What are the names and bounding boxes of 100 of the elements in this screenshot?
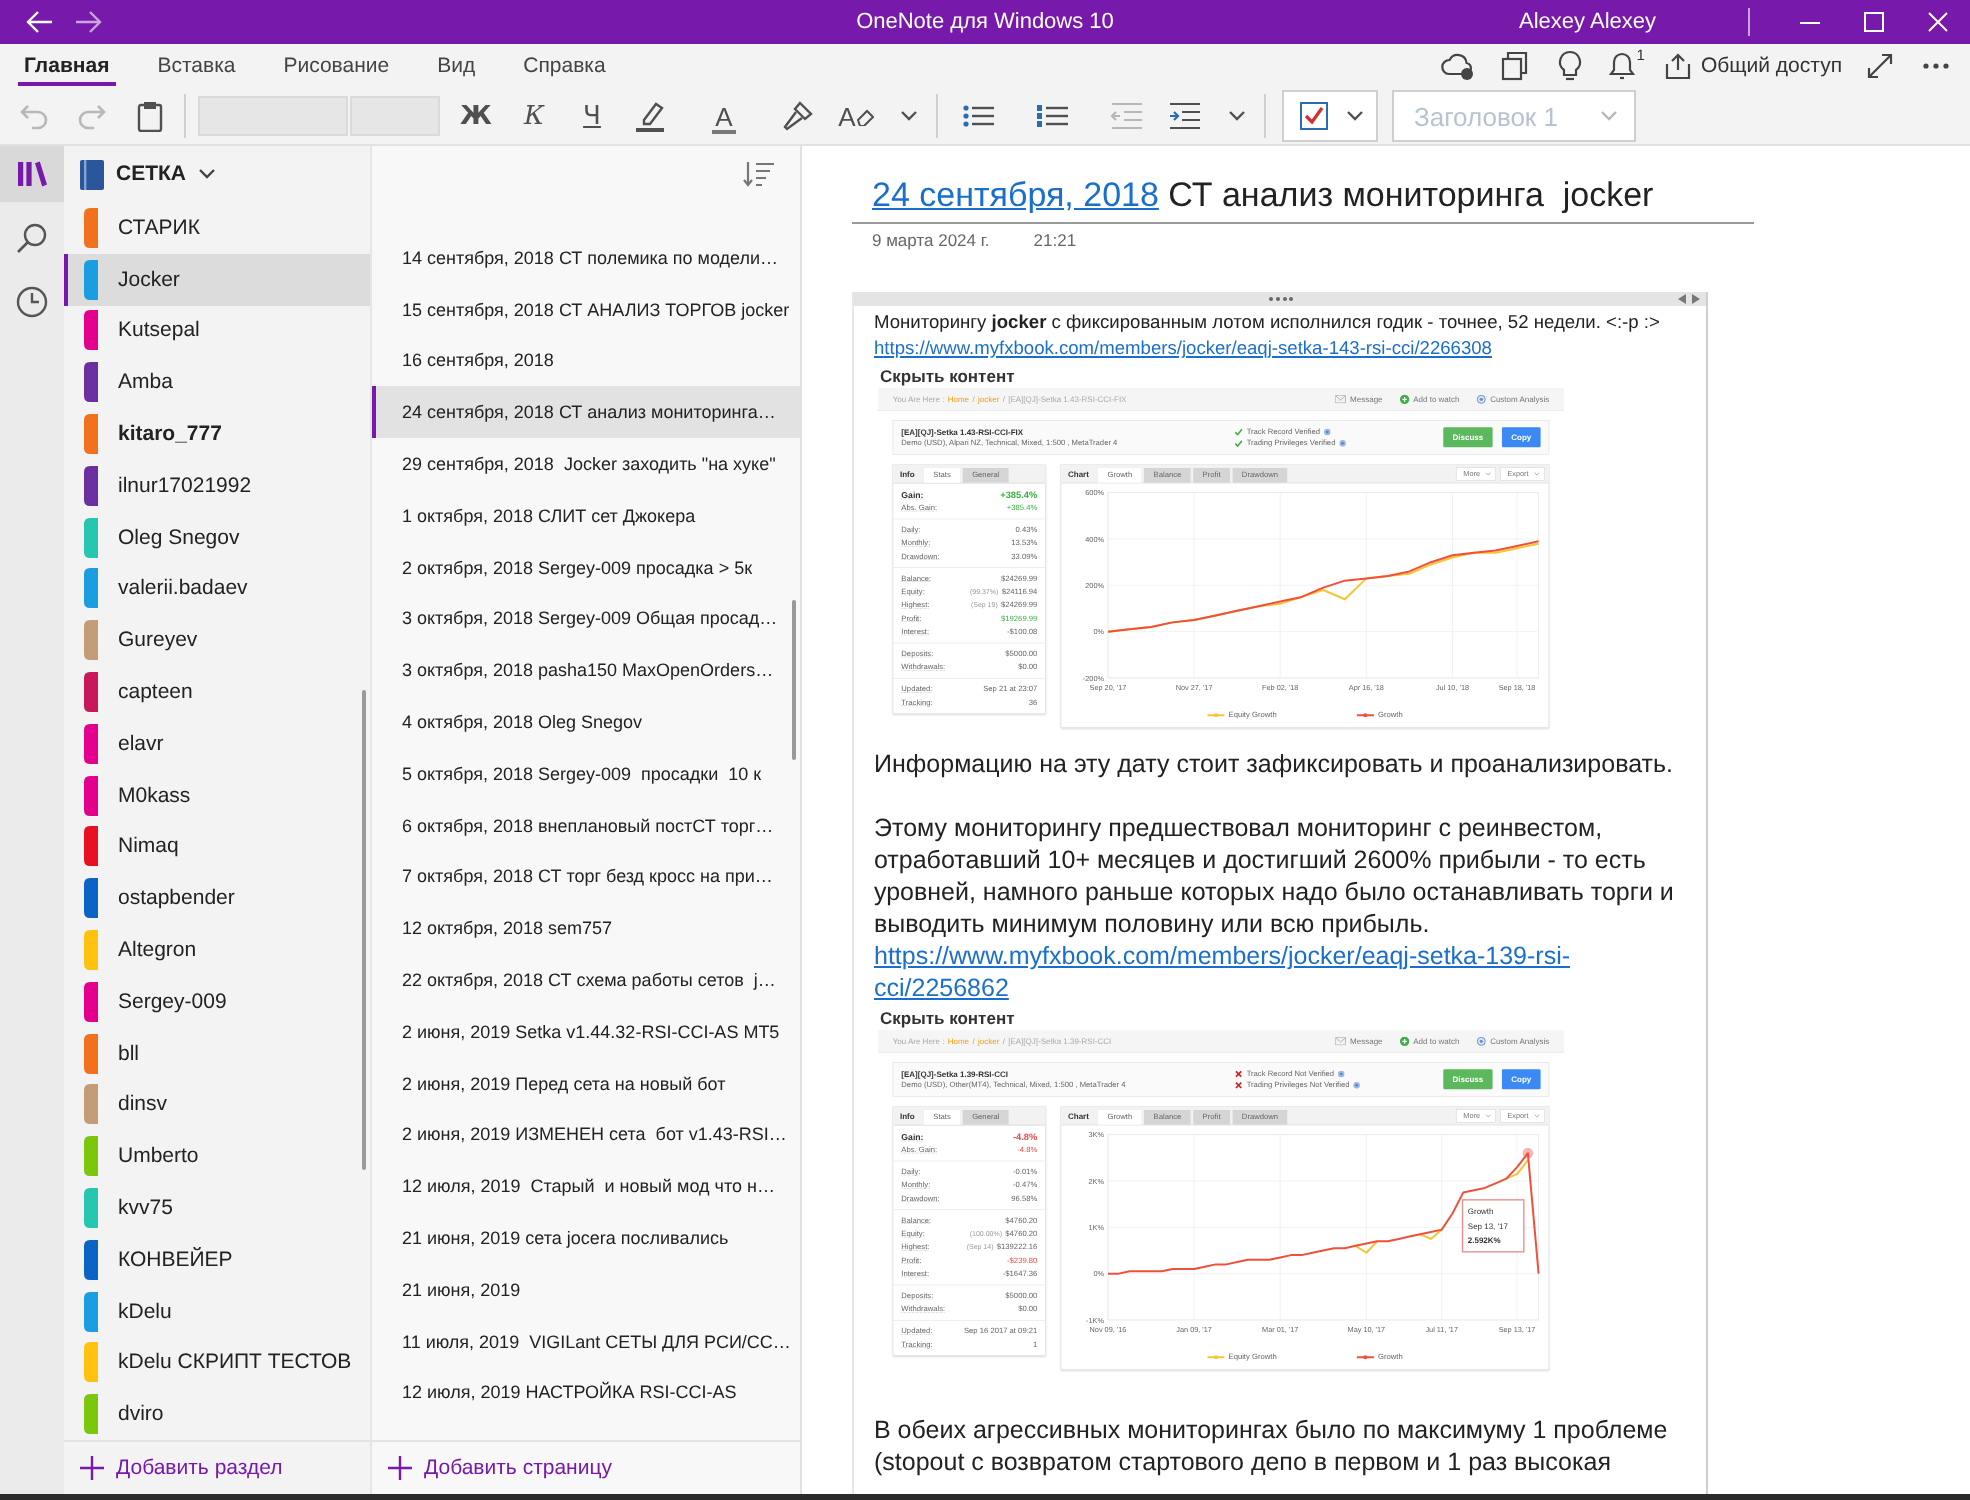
tag-dropdown[interactable]: [1282, 90, 1378, 142]
page-title-link[interactable]: 24 сентября, 2018: [872, 176, 1159, 216]
user-name[interactable]: Alexey Alexey: [1519, 10, 1656, 34]
section-item[interactable]: elavr: [64, 717, 370, 770]
page-item[interactable]: 1 октября, 2018 СЛИТ сет Джокера: [372, 489, 800, 542]
note-paragraph: Этому мониторингу предшествовал мониторинг с реинвестом, отработавший 10+ месяцев и достигший 2600% прибыли - то есть уровней, намного раньше которых надо было останавливать торги и выводить минимум половину или всю прибыль.: [874, 812, 1676, 940]
numbered-list-icon: [1036, 102, 1068, 130]
section-item[interactable]: СТАРИК: [64, 202, 370, 254]
redo-icon: [76, 100, 108, 132]
section-item[interactable]: Jocker: [64, 253, 370, 306]
section-item[interactable]: valerii.badaev: [64, 563, 370, 615]
point-marker-icon: [1522, 1147, 1534, 1159]
bold-button[interactable]: Ж: [448, 92, 504, 140]
hide-content-toggle[interactable]: Скрыть контент: [880, 1008, 1015, 1028]
bullet-list-icon: [962, 102, 994, 130]
section-item[interactable]: ilnur17021992: [64, 459, 370, 512]
notebook-selector[interactable]: СЕТКА: [80, 159, 216, 189]
ribbon-tab[interactable]: Вставка: [151, 44, 242, 86]
page-item[interactable]: 12 июля, 2019 НАСТРОЙКА RSI-CCI-AS: [372, 1367, 800, 1419]
section-item[interactable]: Gureyev: [64, 614, 370, 667]
ribbon-tab[interactable]: Справка: [517, 44, 612, 86]
section-item[interactable]: Amba: [64, 356, 370, 409]
page-title: СТ анализ мониторинга jocker: [1166, 176, 1654, 216]
page-item[interactable]: 15 сентября, 2018 СТ АНАЛИЗ ТОРГОВ jocker: [372, 283, 800, 336]
page-item[interactable]: 7 октября, 2018 СТ торг безд кросс на при…: [372, 851, 800, 903]
target-icon: [1476, 1036, 1487, 1046]
section-item[interactable]: Oleg Snegov: [64, 511, 370, 564]
clear-format-button[interactable]: A: [828, 92, 884, 140]
indent-icon: [1168, 102, 1200, 130]
section-item[interactable]: kDelu СКРИПТ ТЕСТОВ: [64, 1337, 370, 1389]
clock-icon: [16, 286, 48, 318]
info-dot-icon: [1353, 1081, 1361, 1089]
page-item[interactable]: 6 октября, 2018 внеплановый постСТ торг…: [372, 799, 800, 852]
ribbon-tab[interactable]: Рисование: [277, 44, 396, 86]
page-item[interactable]: 12 октября, 2018 sem757: [372, 902, 800, 955]
note-link[interactable]: https://www.myfxbook.com/members/jocker/eaqj-setka-143-rsi-cci/2266308: [874, 336, 1492, 362]
page-item[interactable]: 22 октября, 2018 СТ схема работы сетов j…: [372, 954, 800, 1006]
page-item[interactable]: 11 июля, 2019 VIGILant СЕТЫ ДЛЯ РСИ/СС…: [372, 1315, 800, 1368]
italic-button[interactable]: К: [506, 92, 562, 140]
section-item[interactable]: Sergey-009: [64, 975, 370, 1028]
font-color-button[interactable]: A: [696, 92, 752, 140]
target-icon: [1476, 394, 1487, 404]
share-button[interactable]: Общий доступ: [1660, 46, 1846, 86]
caret-icon: [899, 110, 917, 122]
section-item[interactable]: Nimaq: [64, 821, 370, 873]
outdent-icon: [1110, 102, 1142, 130]
section-item[interactable]: kvv75: [64, 1182, 370, 1234]
add-page-button[interactable]: Добавить страницу: [388, 1456, 612, 1480]
page-item[interactable]: 24 сентября, 2018 СТ анализ мониторинга…: [372, 386, 800, 439]
notebook-icon: [80, 159, 104, 189]
highlighter-icon: [634, 100, 666, 132]
caret-icon: [198, 168, 216, 180]
info-dot-icon: [1338, 1070, 1345, 1077]
page-item[interactable]: 14 сентября, 2018 СТ полемика по модели…: [372, 232, 800, 284]
section-item[interactable]: Altegron: [64, 924, 370, 976]
sort-icon: [742, 160, 774, 188]
page-item[interactable]: 21 июня, 2019: [372, 1263, 800, 1316]
plus-circle-icon: [1399, 394, 1410, 404]
outline-handle-bar[interactable]: [854, 292, 1706, 306]
pages-icon: [1498, 50, 1531, 82]
bell-icon: [1608, 48, 1637, 80]
page-item[interactable]: 21 июня, 2019 сета jocera посливались: [372, 1212, 800, 1264]
note-link[interactable]: https://www.myfxbook.com/members/jocker/eaqj-setka-139-rsi-cci/2256862: [874, 940, 1690, 1004]
page-item[interactable]: 2 июня, 2019 Setka v1.44.32-RSI-CCI-AS MT5: [372, 1005, 800, 1058]
section-item[interactable]: dinsv: [64, 1079, 370, 1131]
ribbon-tab[interactable]: Вид: [431, 44, 482, 86]
page-item[interactable]: 3 октября, 2018 Sergey-009 Общая просад…: [372, 593, 800, 645]
page-item[interactable]: 2 июня, 2019 Перед сета на новый бот: [372, 1057, 800, 1110]
hide-content-toggle[interactable]: Скрыть контент: [880, 366, 1015, 386]
window-title: OneNote для Windows 10: [856, 10, 1114, 34]
section-item[interactable]: kDelu: [64, 1285, 370, 1338]
plus-circle-icon: [1399, 1036, 1410, 1046]
section-item[interactable]: bll: [64, 1027, 370, 1080]
clipboard-icon: [136, 100, 164, 132]
section-item[interactable]: capteen: [64, 666, 370, 718]
add-section-button[interactable]: Добавить раздел: [80, 1456, 283, 1480]
brush-icon: [782, 100, 814, 132]
page-item[interactable]: 5 октября, 2018 Sergey-009 просадки 10 к: [372, 747, 800, 800]
notebooks-button[interactable]: [0, 146, 64, 202]
page-item[interactable]: 2 октября, 2018 Sergey-009 просадка > 5к: [372, 541, 800, 594]
underline-button[interactable]: Ч: [564, 92, 620, 140]
caret-icon: [1600, 110, 1618, 122]
page-item[interactable]: 2 июня, 2019 ИЗМЕНЕН сета бот v1.43-RSI…: [372, 1109, 800, 1161]
section-item[interactable]: Umberto: [64, 1130, 370, 1183]
section-item[interactable]: kitaro_777: [64, 408, 370, 460]
page-item[interactable]: 29 сентября, 2018 Jocker заходить "на хуке": [372, 438, 800, 490]
scrollbar-thumb[interactable]: [792, 600, 796, 760]
section-item[interactable]: ostapbender: [64, 872, 370, 925]
page-item[interactable]: 3 октября, 2018 pasha150 MaxOpenOrders…: [372, 644, 800, 697]
close-icon: [1928, 12, 1948, 32]
page-item[interactable]: 4 октября, 2018 Oleg Snegov: [372, 696, 800, 748]
section-item[interactable]: Kutsepal: [64, 305, 370, 357]
scrollbar-thumb[interactable]: [362, 690, 366, 1170]
section-item[interactable]: M0kass: [64, 769, 370, 822]
search-icon: [16, 222, 48, 254]
page-item[interactable]: 16 сентября, 2018: [372, 335, 800, 387]
section-item[interactable]: КОНВЕЙЕР: [64, 1233, 370, 1286]
caret-icon: [1227, 110, 1245, 122]
section-item[interactable]: dviro: [64, 1388, 370, 1440]
page-item[interactable]: 12 июля, 2019 Старый и новый мод что н…: [372, 1160, 800, 1213]
